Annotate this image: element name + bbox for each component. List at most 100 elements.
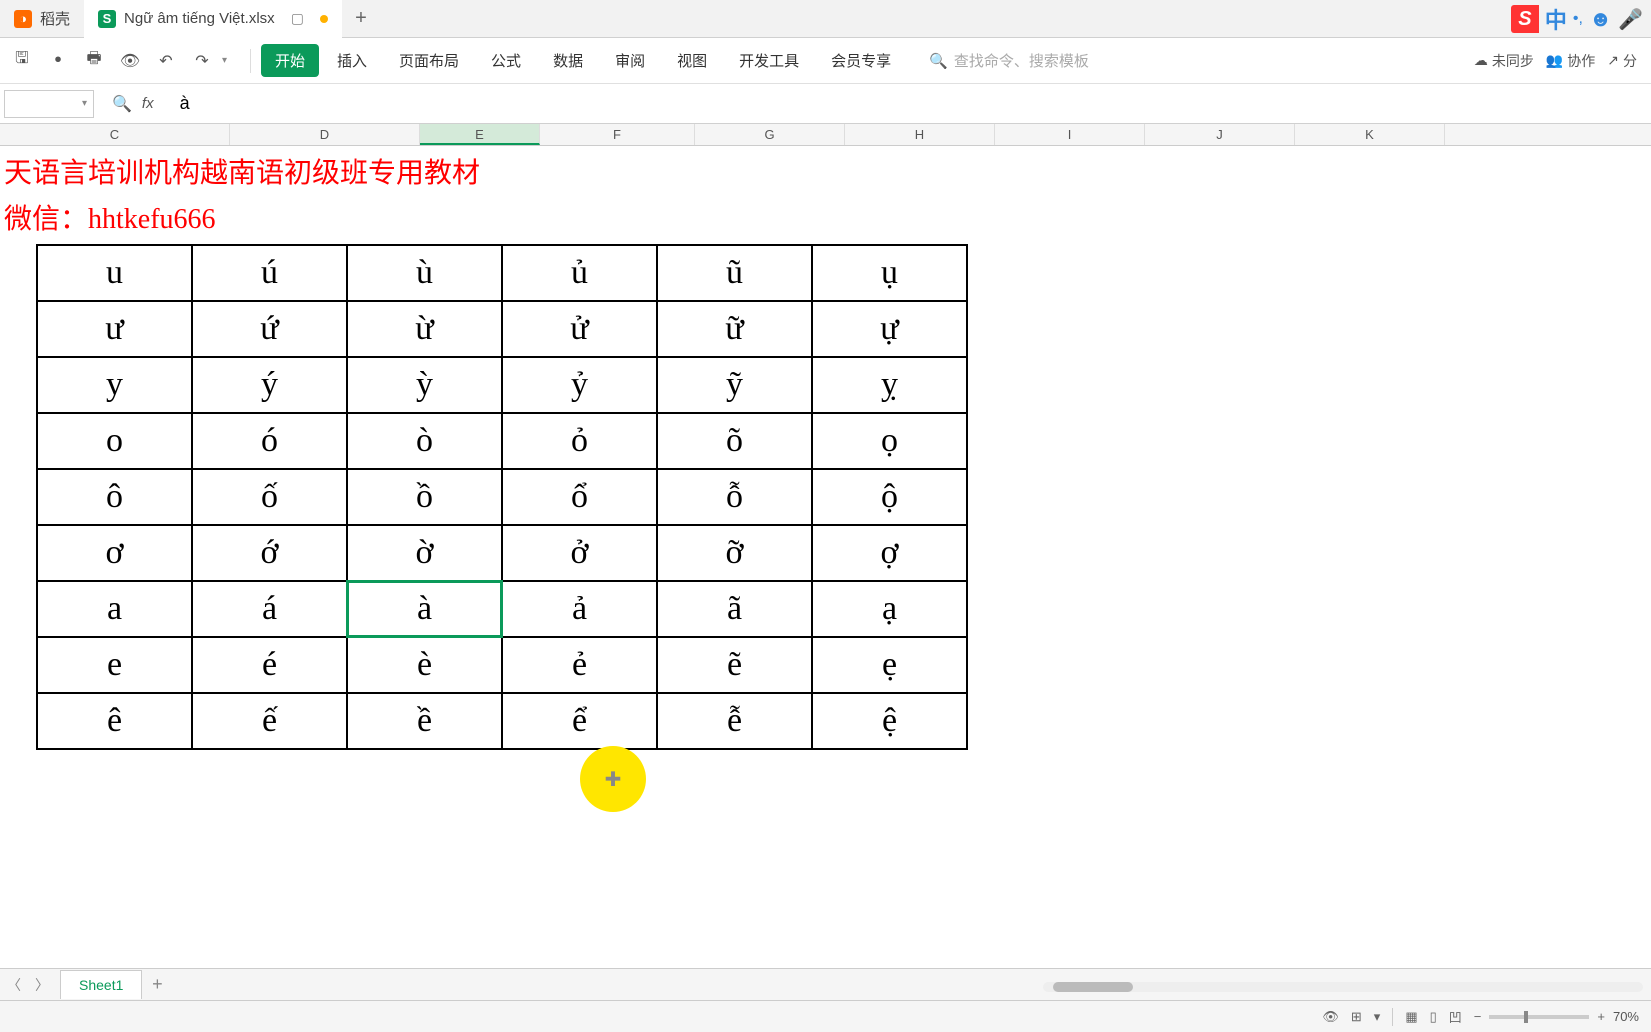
cell[interactable]: ộ	[812, 469, 967, 525]
sync-status[interactable]: ☁ 未同步	[1474, 51, 1534, 71]
cell[interactable]: ủ	[502, 245, 657, 301]
cancel-icon[interactable]: 🔍	[112, 94, 132, 114]
save-as-button[interactable]: ꔷ	[42, 45, 74, 77]
cell[interactable]: u	[37, 245, 192, 301]
save-button[interactable]: 🖫	[6, 45, 38, 77]
cell[interactable]: õ	[657, 413, 812, 469]
cell[interactable]: á	[192, 581, 347, 637]
ribbon-tab-insert[interactable]: 插入	[323, 44, 381, 77]
cell[interactable]: ớ	[192, 525, 347, 581]
view-page-icon[interactable]: ▯	[1430, 1009, 1437, 1025]
column-header[interactable]: G	[695, 124, 845, 145]
cell[interactable]: a	[37, 581, 192, 637]
formula-input[interactable]: à	[172, 93, 1651, 114]
cell[interactable]: ợ	[812, 525, 967, 581]
column-header[interactable]: I	[995, 124, 1145, 145]
collab-button[interactable]: 👥 协作	[1546, 51, 1595, 71]
fx-icon[interactable]: fx	[142, 95, 154, 112]
column-header[interactable]: E	[420, 124, 540, 145]
cell[interactable]: ã	[657, 581, 812, 637]
cell[interactable]: ọ	[812, 413, 967, 469]
cell[interactable]: ỹ	[657, 357, 812, 413]
column-header[interactable]: J	[1145, 124, 1295, 145]
ribbon-tab-devtools[interactable]: 开发工具	[725, 44, 813, 77]
cell[interactable]: o	[37, 413, 192, 469]
tab-docer[interactable]: ◑ 稻壳	[0, 0, 84, 38]
ribbon-tab-formula[interactable]: 公式	[477, 44, 535, 77]
cell[interactable]: ễ	[657, 693, 812, 749]
undo-button[interactable]: ↶	[150, 45, 182, 77]
new-tab-button[interactable]: +	[342, 7, 380, 30]
cell[interactable]: ư	[37, 301, 192, 357]
column-header[interactable]: F	[540, 124, 695, 145]
cell[interactable]: ể	[502, 693, 657, 749]
ime-lang[interactable]: 中	[1545, 3, 1567, 35]
cell[interactable]: ô	[37, 469, 192, 525]
quick-access-dropdown[interactable]: ▾	[222, 55, 240, 66]
redo-button[interactable]: ↷	[186, 45, 218, 77]
zoom-in-button[interactable]: +	[1597, 1009, 1605, 1024]
tab-spreadsheet[interactable]: S Ngữ âm tiếng Việt.xlsx ▢	[84, 0, 342, 38]
cell[interactable]: ự	[812, 301, 967, 357]
view-normal-icon[interactable]: ▦	[1405, 1009, 1417, 1025]
ribbon-tab-start[interactable]: 开始	[261, 44, 319, 77]
ribbon-tab-review[interactable]: 审阅	[601, 44, 659, 77]
cell[interactable]: ỳ	[347, 357, 502, 413]
cell[interactable]: e	[37, 637, 192, 693]
sheet-nav-prev[interactable]: 〈	[0, 975, 28, 995]
tab-window-icon[interactable]: ▢	[291, 10, 304, 27]
cell[interactable]: ỗ	[657, 469, 812, 525]
column-header[interactable]: H	[845, 124, 995, 145]
cell[interactable]: ổ	[502, 469, 657, 525]
cell[interactable]: è	[347, 637, 502, 693]
cell[interactable]: ở	[502, 525, 657, 581]
cell[interactable]: ạ	[812, 581, 967, 637]
cell[interactable]: ế	[192, 693, 347, 749]
cell[interactable]: ỏ	[502, 413, 657, 469]
cell[interactable]: ữ	[657, 301, 812, 357]
cell[interactable]: ẹ	[812, 637, 967, 693]
cell[interactable]: ê	[37, 693, 192, 749]
cell[interactable]: ó	[192, 413, 347, 469]
grid-icon[interactable]: ⊞	[1351, 1009, 1362, 1025]
horizontal-scrollbar[interactable]	[1043, 982, 1643, 996]
ime-mic-icon[interactable]: 🎤	[1618, 7, 1643, 32]
cell[interactable]: ù	[347, 245, 502, 301]
view-break-icon[interactable]: 凹	[1449, 1007, 1462, 1026]
cell[interactable]: ụ	[812, 245, 967, 301]
cell[interactable]: ỡ	[657, 525, 812, 581]
layout-icon[interactable]: ▾	[1374, 1009, 1381, 1025]
cell[interactable]: ơ	[37, 525, 192, 581]
cell[interactable]: ẻ	[502, 637, 657, 693]
column-header[interactable]: K	[1295, 124, 1445, 145]
cell[interactable]: ũ	[657, 245, 812, 301]
zoom-out-button[interactable]: −	[1474, 1009, 1482, 1024]
sheet-nav-next[interactable]: 〉	[28, 975, 56, 995]
cell[interactable]: y	[37, 357, 192, 413]
cell[interactable]: ừ	[347, 301, 502, 357]
cell[interactable]: ử	[502, 301, 657, 357]
zoom-slider[interactable]	[1489, 1015, 1589, 1019]
name-box[interactable]	[4, 90, 94, 118]
ribbon-tab-layout[interactable]: 页面布局	[385, 44, 473, 77]
ribbon-tab-member[interactable]: 会员专享	[817, 44, 905, 77]
ribbon-tab-data[interactable]: 数据	[539, 44, 597, 77]
cell[interactable]: ồ	[347, 469, 502, 525]
cell[interactable]: ý	[192, 357, 347, 413]
column-header[interactable]: D	[230, 124, 420, 145]
print-preview-button[interactable]: 👁	[114, 45, 146, 77]
add-sheet-button[interactable]: +	[142, 974, 172, 995]
spreadsheet-grid[interactable]: CDEFGHIJK 天语言培训机构越南语初级班专用教材 微信：hhtkefu66…	[0, 124, 1651, 884]
cell[interactable]: à	[347, 581, 502, 637]
ribbon-tab-view[interactable]: 视图	[663, 44, 721, 77]
cell[interactable]: ú	[192, 245, 347, 301]
eye-icon[interactable]: 👁	[1322, 1009, 1339, 1025]
cell[interactable]: ố	[192, 469, 347, 525]
cell[interactable]: ệ	[812, 693, 967, 749]
column-header[interactable]: C	[0, 124, 230, 145]
cell[interactable]: ỷ	[502, 357, 657, 413]
share-button[interactable]: ↗ 分	[1607, 51, 1637, 71]
cell[interactable]: ờ	[347, 525, 502, 581]
cell[interactable]: ả	[502, 581, 657, 637]
cell[interactable]: ứ	[192, 301, 347, 357]
